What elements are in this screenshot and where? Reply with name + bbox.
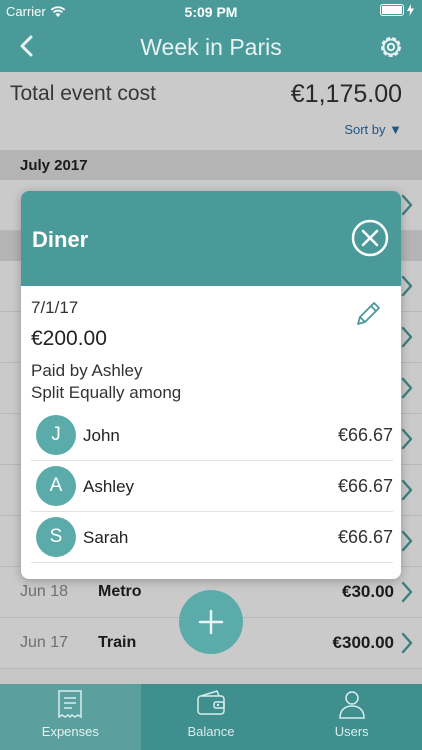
nav-bar: Week in Paris — [0, 22, 422, 72]
receipt-icon — [58, 690, 83, 719]
status-time: 5:09 PM — [184, 4, 238, 20]
expense-detail-modal: Diner 7/1/17 €200.00 Paid by Ashley Spli… — [21, 191, 401, 579]
modal-title: Diner — [32, 227, 89, 252]
add-expense-button[interactable] — [179, 590, 243, 654]
member-share: €66.67 — [337, 476, 393, 496]
top-bar: Carrier 5:09 PM Week in Paris — [0, 0, 422, 72]
tab-bar: Expenses Balance Users — [0, 684, 422, 750]
member-share: €66.67 — [337, 425, 393, 445]
page-title: Week in Paris — [140, 34, 282, 60]
wallet-icon — [197, 690, 225, 715]
battery-indicator — [380, 4, 414, 16]
member-row: S Sarah €66.67 — [31, 512, 393, 563]
avatar: S — [36, 517, 76, 557]
expense-amount: €200.00 — [31, 327, 107, 350]
member-row: A Ashley €66.67 — [31, 461, 393, 512]
user-icon — [338, 691, 365, 719]
modal-header: Diner — [21, 191, 401, 286]
pencil-icon[interactable] — [353, 299, 383, 329]
charging-icon — [407, 4, 414, 16]
tab-users[interactable]: Users — [281, 684, 422, 750]
split-text: Split Equally among — [31, 383, 182, 402]
avatar: A — [36, 466, 76, 506]
battery-icon — [380, 4, 404, 16]
tab-label: Users — [334, 724, 369, 739]
member-share: €66.67 — [337, 527, 393, 547]
expense-date: 7/1/17 — [31, 298, 79, 317]
tab-balance[interactable]: Balance — [141, 684, 282, 750]
member-name: Ashley — [83, 477, 135, 496]
member-name: Sarah — [83, 528, 129, 547]
avatar: J — [36, 415, 76, 455]
paid-by-text: Paid by Ashley — [31, 361, 143, 380]
tab-expenses[interactable]: Expenses — [0, 684, 141, 750]
battery-fill — [382, 6, 402, 14]
tab-label: Expenses — [41, 724, 99, 739]
member-name: John — [83, 426, 120, 445]
member-row: J John €66.67 — [31, 410, 393, 461]
status-bar: Carrier 5:09 PM — [0, 0, 422, 22]
tab-label: Balance — [187, 724, 235, 739]
plus-icon — [198, 609, 224, 635]
close-icon[interactable] — [351, 219, 389, 257]
gear-icon[interactable] — [376, 32, 406, 62]
